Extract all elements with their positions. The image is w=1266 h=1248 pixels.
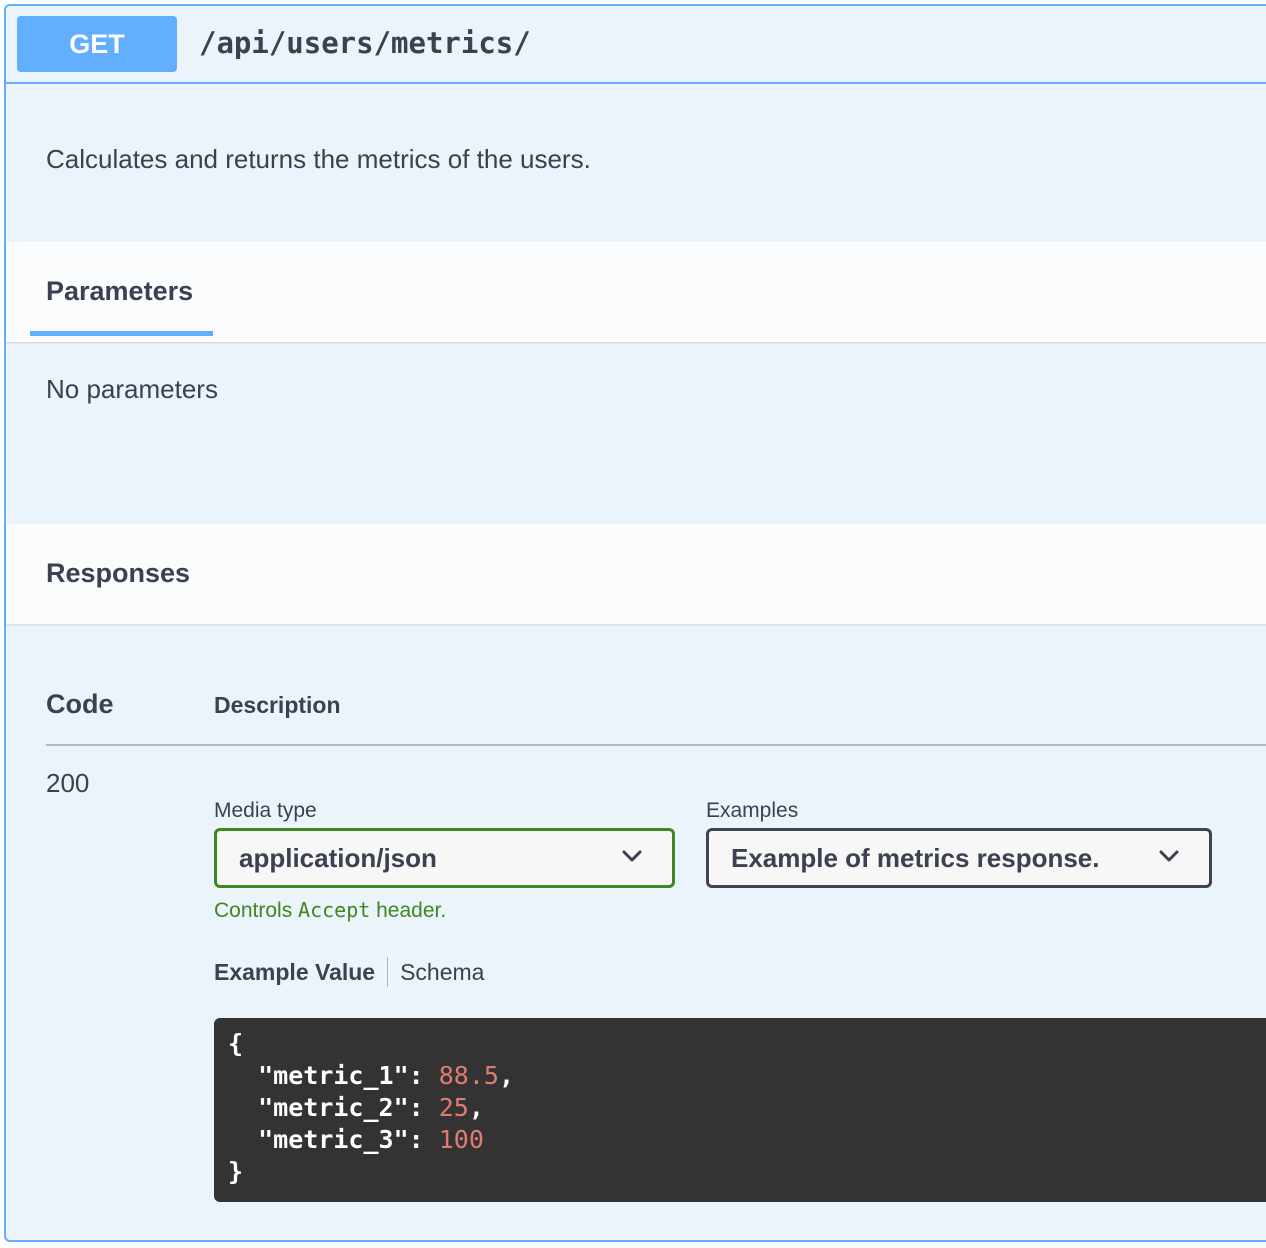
operation-description: Calculates and returns the metrics of th…: [46, 144, 591, 174]
no-parameters-text: No parameters: [46, 374, 218, 404]
controls-prefix: Controls: [214, 899, 299, 922]
json-value: 100: [438, 1125, 484, 1154]
column-header-description: Description: [214, 692, 341, 718]
json-key: "metric_3": [258, 1125, 409, 1154]
json-key: "metric_2": [258, 1093, 409, 1122]
json-close-brace: }: [228, 1157, 244, 1186]
media-type-select[interactable]: application/json: [214, 828, 675, 888]
responses-header: Responses: [6, 524, 1266, 624]
media-type-label: Media type: [214, 799, 317, 822]
column-header-code: Code: [46, 689, 114, 719]
table-divider: [46, 744, 1266, 746]
endpoint-path[interactable]: /api/users/metrics/: [199, 26, 531, 60]
json-line: "metric_2": 25,: [258, 1093, 484, 1122]
json-value: 88.5: [438, 1061, 499, 1090]
controls-suffix: header.: [370, 899, 447, 922]
json-key: "metric_1": [258, 1061, 409, 1090]
tab-parameters[interactable]: Parameters: [46, 276, 193, 307]
examples-value: Example of metrics response.: [731, 842, 1100, 873]
json-value: 25: [438, 1093, 469, 1122]
tab-example-value[interactable]: Example Value: [214, 959, 387, 986]
http-method-badge[interactable]: GET: [17, 16, 177, 72]
accept-header-name: Accept: [298, 898, 371, 922]
examples-label: Examples: [706, 799, 799, 822]
parameters-header: Parameters: [6, 242, 1266, 342]
example-json-code[interactable]: { "metric_1": 88.5, "metric_2": 25, "met…: [214, 1018, 1266, 1202]
json-open-brace: {: [228, 1029, 244, 1058]
active-tab-underline: [30, 331, 213, 336]
chevron-down-icon: [1159, 850, 1179, 862]
response-code: 200: [46, 768, 90, 798]
json-trail: ,: [498, 1061, 515, 1090]
example-schema-tabs: Example Value Schema: [214, 956, 484, 988]
examples-select[interactable]: Example of metrics response.: [706, 828, 1212, 888]
responses-title: Responses: [46, 558, 191, 588]
json-line: "metric_1": 88.5,: [258, 1061, 515, 1090]
operation-summary[interactable]: GET /api/users/metrics/: [6, 6, 1266, 84]
json-trail: ,: [468, 1093, 484, 1122]
json-line: "metric_3": 100: [258, 1125, 484, 1154]
operation-block: GET /api/users/metrics/ Calculates and r…: [4, 4, 1266, 1242]
media-type-value: application/json: [239, 842, 437, 873]
tab-schema[interactable]: Schema: [388, 959, 484, 986]
chevron-down-icon: [622, 850, 642, 862]
controls-accept-note: Controls Accept header.: [214, 898, 446, 923]
